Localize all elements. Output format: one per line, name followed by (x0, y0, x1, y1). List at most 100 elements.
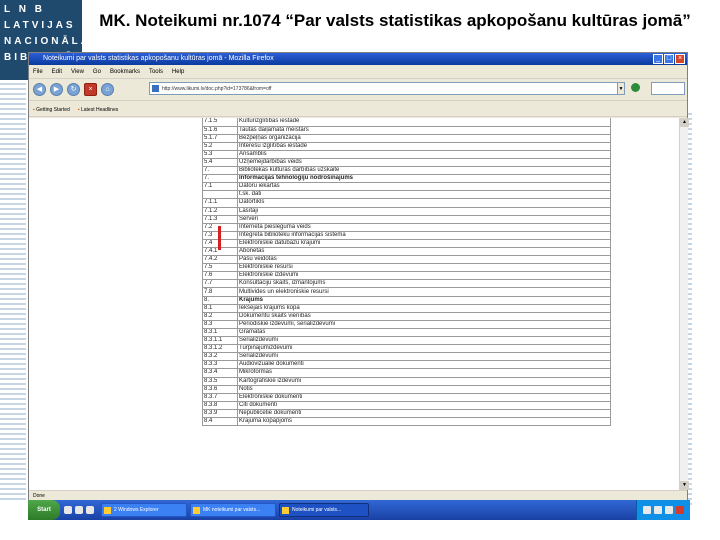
table-row: 5.4 Uzņēmējdarbības veids (202, 158, 611, 168)
tray-icon[interactable] (654, 506, 662, 514)
home-icon[interactable]: ⌂ (101, 83, 114, 96)
row-name: Seriālizdevumi (237, 336, 611, 346)
row-name: Dokumentu skaits vienībās (237, 312, 611, 321)
table-row: 7.1.3 Serveri (202, 215, 611, 224)
row-code: 7.5 (202, 263, 238, 273)
table-row: 7.1 Datoru iekārtas (202, 182, 611, 192)
reload-icon[interactable]: ↻ (67, 83, 80, 96)
quick-launch-icon[interactable] (64, 506, 72, 514)
row-name: Serveri (237, 215, 611, 224)
row-name: t.sk. dati (237, 190, 611, 200)
logo-line: L N B (4, 4, 45, 15)
url-text: http://www.likumi.lv/doc.php?id=173786&f… (162, 86, 272, 92)
table-row: 8. Krājums (202, 296, 611, 305)
slide-title: MK. Noteikumi nr.1074 “Par valsts statis… (99, 11, 691, 30)
menu-edit[interactable]: Edit (52, 65, 62, 78)
table-row: 8.3.8 Citi dokumenti (202, 401, 611, 410)
back-icon[interactable]: ◀ (33, 83, 46, 96)
quick-launch-icon[interactable] (86, 506, 94, 514)
row-code: 7.1.1 (202, 198, 238, 208)
row-name: Elektroniskie izdevumi (237, 271, 611, 281)
bookmark-getting-started[interactable]: Getting Started (33, 103, 70, 116)
tray-icon[interactable] (665, 506, 673, 514)
row-code: 5.3 (202, 150, 238, 159)
taskbar-item[interactable]: MK noteikumi par valsts... (190, 503, 276, 517)
row-name: Turpinājumizdevumi (237, 344, 611, 354)
menu-file[interactable]: File (33, 65, 43, 78)
row-name: Notis (237, 385, 611, 394)
window-titlebar[interactable]: Noteikumi par valsts statistikas apkopoš… (29, 53, 687, 65)
vertical-scrollbar[interactable]: ▲ ▼ (679, 118, 689, 490)
decorative-stripes-left (0, 80, 26, 500)
row-name: Krājums (237, 296, 611, 305)
menu-help[interactable]: Help (172, 65, 184, 78)
row-code: 8.3.3 (202, 360, 238, 370)
address-bar[interactable]: http://www.likumi.lv/doc.php?id=173786&f… (149, 82, 619, 95)
table-row: 5.3 Ansamblis (202, 150, 611, 159)
row-code: 7.1.5 (202, 118, 238, 127)
table-row: 7.4 Elektroniskie datubāzu krājumi (202, 239, 611, 249)
row-name: Tautas daiļamata meistars (237, 126, 611, 135)
table-row: 7.4.2 Pašu veidotās (202, 255, 611, 265)
menu-go[interactable]: Go (93, 65, 101, 78)
browser-window: Noteikumi par valsts statistikas apkopoš… (28, 52, 689, 518)
row-name: Elektroniskie resursi (237, 263, 611, 273)
row-name: Interneta pieslēguma veids (237, 223, 611, 232)
row-name: Pašu veidotās (237, 255, 611, 265)
row-name: Lasītāji (237, 207, 611, 216)
url-history-dropdown-icon[interactable]: ▼ (617, 82, 625, 95)
security-alert-icon[interactable] (676, 506, 684, 514)
row-code: 5.2 (202, 142, 238, 151)
row-code: 8.3.4 (202, 368, 238, 378)
menu-tools[interactable]: Tools (149, 65, 163, 78)
tray-icon[interactable] (643, 506, 651, 514)
row-code: 8.3.1.2 (202, 344, 238, 354)
row-code (202, 190, 238, 200)
menu-view[interactable]: View (71, 65, 84, 78)
table-row: 7.5 Elektroniskie resursi (202, 263, 611, 273)
row-name: Informācijas tehnoloģiju nodrošinājums (237, 174, 611, 184)
row-name: Audiovizuālie dokumenti (237, 360, 611, 370)
logo-line: LATVIJAS (4, 20, 76, 31)
scroll-up-icon[interactable]: ▲ (680, 118, 689, 127)
maximize-icon[interactable]: □ (664, 54, 674, 64)
row-name: Nepublicētie dokumenti (237, 409, 611, 418)
table-row: 7.8 Multivides un elektroniskie resursi (202, 287, 611, 297)
logo-line: NACIONĀLĀ (4, 36, 82, 47)
row-name: Datoru iekārtas (237, 182, 611, 192)
close-icon[interactable]: × (675, 54, 685, 64)
row-code: 8.3.2 (202, 352, 238, 362)
minimize-icon[interactable]: _ (653, 54, 663, 64)
row-name: Seriālizdevumi (237, 352, 611, 362)
row-code: 8.1 (202, 304, 238, 313)
highlight-marker (218, 226, 221, 250)
row-name: Elektroniskie datubāzu krājumi (237, 239, 611, 249)
table-row: 7.1.2 Lasītāji (202, 207, 611, 216)
windows-taskbar: Start 2 Windows Explorer MK noteikumi pa… (28, 500, 690, 520)
start-button[interactable]: Start (28, 500, 60, 520)
forward-icon[interactable]: ▶ (50, 83, 63, 96)
row-name: Bibliotēkas kultūras darbības uzskaite (237, 166, 611, 176)
menu-bookmarks[interactable]: Bookmarks (110, 65, 140, 78)
row-name: Kultūrizglītības iestāde (237, 118, 611, 127)
row-name: Grāmatas (237, 328, 611, 338)
table-row: 8.3.2 Seriālizdevumi (202, 352, 611, 362)
scroll-down-icon[interactable]: ▼ (680, 481, 689, 490)
taskbar-item-active[interactable]: Noteikumi par valsts... (279, 503, 369, 517)
bookmark-latest-headlines[interactable]: Latest Headlines (78, 103, 118, 116)
row-code: 8.3.5 (202, 377, 238, 386)
row-code: 8.4 (202, 417, 238, 427)
table-row: t.sk. dati (202, 190, 611, 200)
table-row: 8.4 Krājuma kopapjoms (202, 417, 611, 427)
go-button[interactable] (631, 83, 640, 92)
taskbar-item[interactable]: 2 Windows Explorer (101, 503, 187, 517)
regulation-table: 7.1.5 Kultūrizglītības iestāde 5.1.6 Tautas… (202, 118, 611, 427)
row-code: 8.3.9 (202, 409, 238, 418)
table-row: 7.4.1 Abonētās (202, 247, 611, 257)
stop-icon[interactable]: × (84, 83, 97, 96)
row-code: 8.3.1.1 (202, 336, 238, 346)
quick-launch-icon[interactable] (75, 506, 83, 514)
search-input[interactable] (651, 82, 685, 95)
table-row: 7. Bibliotēkas kultūras darbības uzskaite (202, 166, 611, 176)
table-row: 8.3.1.1 Seriālizdevumi (202, 336, 611, 346)
